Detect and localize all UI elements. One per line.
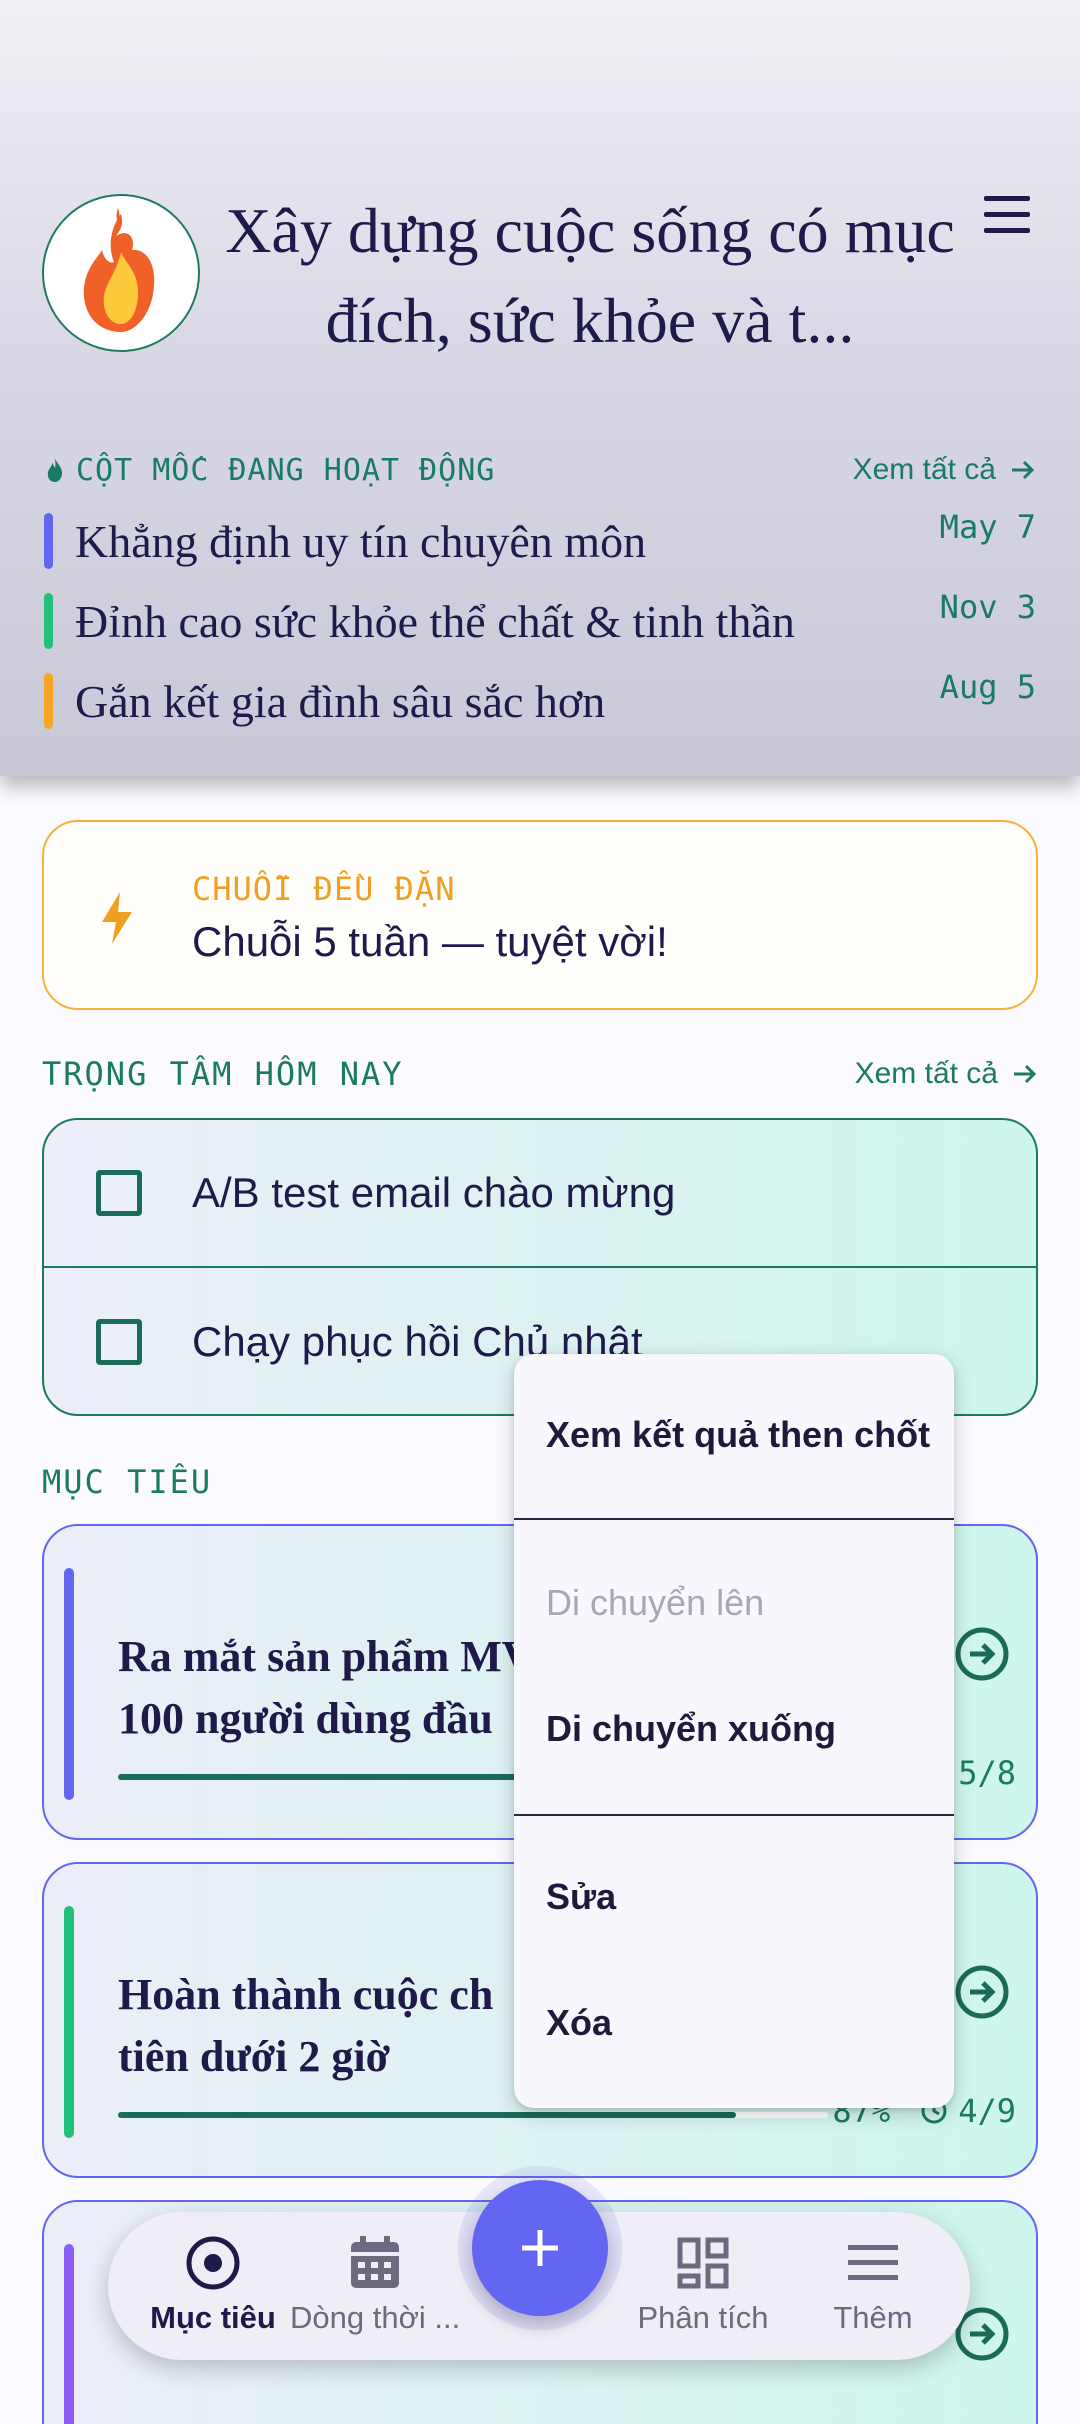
- task-label: A/B test email chào mừng: [192, 1169, 676, 1216]
- milestones-header: CỘT MỐC ĐANG HOẠT ĐỘNG Xem tất cả: [44, 450, 1036, 490]
- menu-icon: [984, 196, 1030, 201]
- milestones-label: CỘT MỐC ĐANG HOẠT ĐỘNG: [76, 452, 496, 488]
- task-checkbox[interactable]: [96, 1170, 142, 1216]
- streak-label: CHUỖI ĐỀU ĐẶN: [192, 870, 456, 908]
- milestone-title: Gắn kết gia đình sâu sắc hơn: [75, 675, 606, 727]
- menu-item-edit[interactable]: Sửa: [546, 1876, 616, 1918]
- goals-label: MỤC TIÊU: [42, 1463, 213, 1501]
- dashboard-icon: [677, 2237, 729, 2289]
- calendar-icon: [351, 2236, 399, 2288]
- milestone-date: May 7: [939, 508, 1036, 546]
- milestone-color-bar: [44, 513, 53, 569]
- context-menu: Xem kết quả then chốt Di chuyển lên Di c…: [514, 1354, 954, 2108]
- menu-icon: [848, 2245, 898, 2280]
- target-icon: [186, 2236, 240, 2290]
- arrow-right-icon: [1012, 460, 1035, 480]
- task-checkbox[interactable]: [96, 1319, 142, 1365]
- streak-card[interactable]: CHUỖI ĐỀU ĐẶN Chuỗi 5 tuần — tuyệt vời!: [42, 820, 1038, 1010]
- arrow-right-icon: [1014, 1064, 1037, 1084]
- goal-color-bar: [64, 1568, 74, 1800]
- nav-item-analytics[interactable]: Phân tích: [618, 2230, 788, 2336]
- milestone-item[interactable]: Đỉnh cao sức khỏe thể chất & tinh thần N…: [44, 588, 1036, 650]
- goal-count: 5/8: [958, 1754, 1016, 1792]
- lightning-icon: [102, 892, 132, 944]
- goal-progress-fill: [118, 1774, 559, 1780]
- arrow-circle-icon[interactable]: [954, 1626, 1010, 1682]
- menu-divider: [514, 1518, 954, 1520]
- milestone-date: Nov 3: [939, 588, 1036, 626]
- milestone-color-bar: [44, 673, 53, 729]
- add-button[interactable]: [472, 2180, 608, 2316]
- nav-item-more[interactable]: Thêm: [788, 2230, 958, 2336]
- page-title: Xây dựng cuộc sống có mục đích, sức khỏe…: [225, 195, 955, 356]
- menu-item-move-up: Di chuyển lên: [546, 1582, 765, 1623]
- flame-icon: [47, 458, 62, 482]
- milestone-date: Aug 5: [939, 668, 1036, 706]
- milestones-see-all[interactable]: Xem tất cả: [853, 453, 1036, 487]
- goal-count: 4/9: [958, 2092, 1016, 2130]
- goal-stats: 5/8: [958, 1754, 1016, 1792]
- menu-item-move-down[interactable]: Di chuyển xuống: [546, 1708, 836, 1750]
- goal-color-bar: [64, 2244, 74, 2424]
- menu-button[interactable]: [976, 186, 1036, 246]
- streak-message: Chuỗi 5 tuần — tuyệt vời!: [192, 918, 668, 965]
- menu-item-delete[interactable]: Xóa: [546, 2002, 612, 2044]
- milestone-title: Đỉnh cao sức khỏe thể chất & tinh thần: [75, 595, 795, 647]
- fire-icon: [83, 208, 155, 332]
- header: Xây dựng cuộc sống có mục đích, sức khỏe…: [0, 0, 1080, 776]
- arrow-circle-icon[interactable]: [954, 1964, 1010, 2020]
- milestone-title: Khẳng định uy tín chuyên môn: [75, 515, 647, 567]
- goal-title: B2): [118, 2352, 838, 2424]
- focus-header: TRỌNG TÂM HÔM NAY Xem tất cả: [42, 1052, 1038, 1096]
- milestone-item[interactable]: Khẳng định uy tín chuyên môn May 7: [44, 508, 1036, 570]
- focus-see-all[interactable]: Xem tất cả: [855, 1057, 1038, 1091]
- focus-label: TRỌNG TÂM HÔM NAY: [42, 1055, 404, 1093]
- goal-progress-fill: [118, 2112, 736, 2118]
- menu-divider: [514, 1814, 954, 1816]
- milestone-item[interactable]: Gắn kết gia đình sâu sắc hơn Aug 5: [44, 668, 1036, 730]
- milestone-color-bar: [44, 593, 53, 649]
- goal-color-bar: [64, 1906, 74, 2138]
- task-item[interactable]: A/B test email chào mừng: [44, 1120, 1036, 1268]
- plus-icon: [522, 2230, 558, 2266]
- avatar[interactable]: [42, 194, 200, 352]
- nav-item-timeline[interactable]: Dòng thời ...: [290, 2230, 460, 2336]
- goal-progress-bar: [118, 2112, 828, 2118]
- nav-item-goals[interactable]: Mục tiêu: [128, 2230, 298, 2336]
- menu-item-view-key-results[interactable]: Xem kết quả then chốt: [546, 1414, 930, 1456]
